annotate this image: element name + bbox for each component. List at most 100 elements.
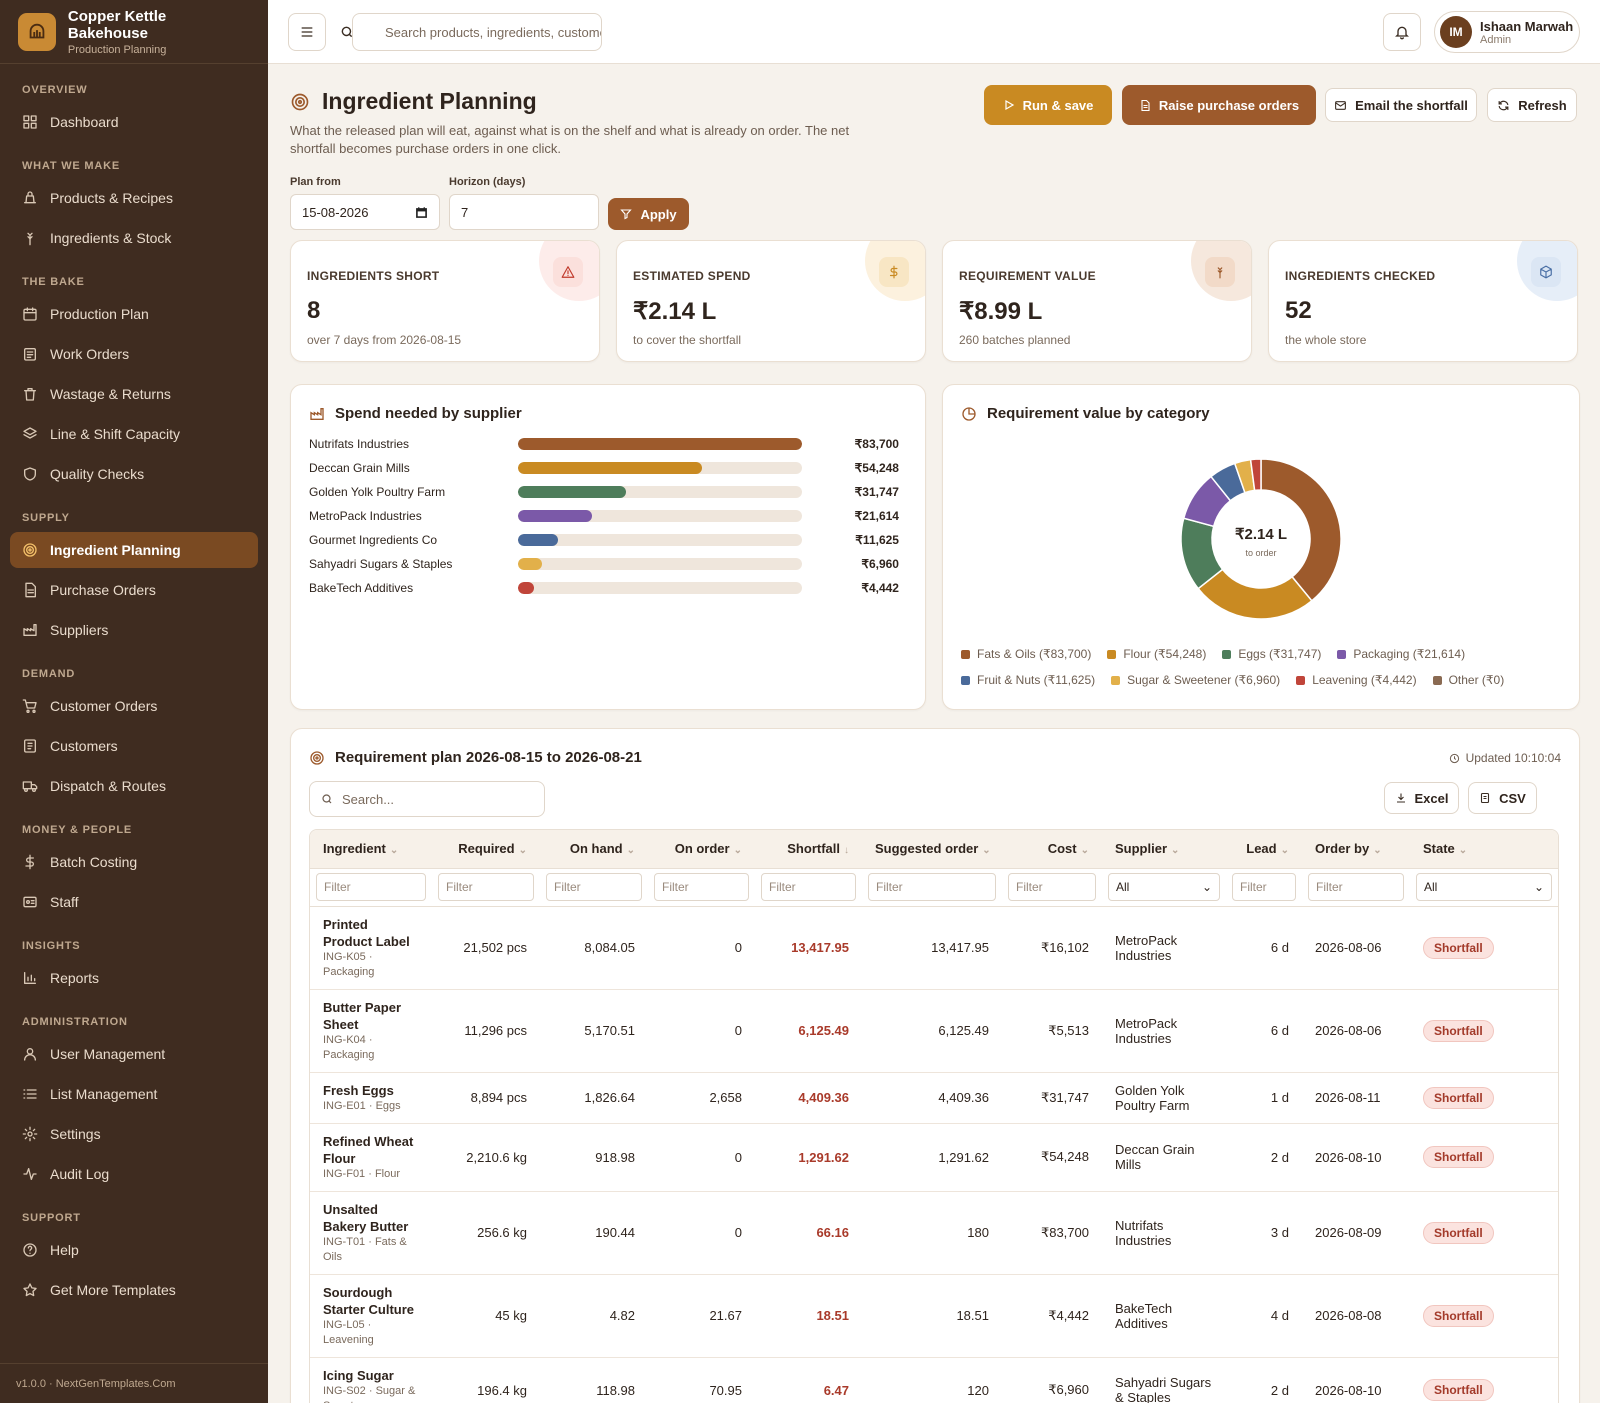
nav-section-title: Support bbox=[22, 1212, 81, 1224]
sidebar-item-dispatch-routes[interactable]: Dispatch & Routes bbox=[10, 768, 258, 804]
column-filter-input[interactable]: Filter bbox=[761, 873, 856, 901]
kpi-label: Requirement value bbox=[959, 269, 1096, 283]
column-filter-input[interactable]: Filter bbox=[654, 873, 749, 901]
table-row[interactable]: Refined Wheat Flour ING-F01 · Flour 2,210.… bbox=[310, 1123, 1558, 1192]
state-cell: Shortfall bbox=[1410, 1357, 1558, 1403]
status-badge: Shortfall bbox=[1423, 936, 1494, 959]
supplier-bar-track bbox=[518, 558, 803, 570]
sidebar-item-purchase-orders[interactable]: Purchase Orders bbox=[10, 572, 258, 608]
apply-button[interactable]: Apply bbox=[608, 198, 689, 230]
column-header[interactable]: On hand ⌄ bbox=[540, 830, 648, 869]
column-filter-input[interactable]: Filter bbox=[316, 873, 426, 901]
sidebar-item-products-recipes[interactable]: Products & Recipes bbox=[10, 180, 258, 216]
sidebar-item-customers[interactable]: Customers bbox=[10, 728, 258, 764]
table-row[interactable]: Icing SugarING-S02 · Sugar & Sweetener19… bbox=[310, 1357, 1558, 1403]
mail-icon bbox=[1335, 100, 1347, 110]
run-save-button[interactable]: Run & save bbox=[984, 85, 1112, 125]
column-header-label: Ingredient bbox=[323, 841, 386, 857]
table-row[interactable]: Fresh Eggs ING-E01 · Eggs 8,894 pcs 1,826.6… bbox=[310, 1072, 1558, 1124]
on-hand-cell: 918.98 bbox=[540, 1123, 648, 1192]
column-filter-select[interactable]: All ⌄ bbox=[1108, 873, 1220, 901]
column-filter-input[interactable]: Filter bbox=[438, 873, 534, 901]
column-header[interactable]: Ingredient ⌄ bbox=[310, 830, 432, 869]
run-save-label: Run & save bbox=[1022, 97, 1094, 113]
column-header[interactable]: Shortfall ↓ bbox=[755, 830, 862, 869]
column-filter-cell: Filter bbox=[1226, 868, 1302, 907]
sidebar-item-audit-log[interactable]: Audit Log bbox=[10, 1156, 258, 1192]
column-header[interactable]: On order ⌄ bbox=[648, 830, 755, 869]
export-excel-button[interactable]: Excel bbox=[1384, 782, 1459, 814]
sidebar-item-ingredients-stock[interactable]: Ingredients & Stock bbox=[10, 220, 258, 256]
supplier-spend-title-text: Spend needed by supplier bbox=[335, 405, 522, 422]
export-csv-button[interactable]: CSV bbox=[1468, 782, 1537, 814]
chevron-down-icon: ⌄ bbox=[1201, 880, 1212, 894]
column-header[interactable]: Required ⌄ bbox=[432, 830, 540, 869]
column-filter-input[interactable]: Filter bbox=[546, 873, 642, 901]
table-row[interactable]: Unsalted Bakery Butter ING-T01 · Fats & O… bbox=[310, 1191, 1558, 1275]
sidebar-item-customer-orders[interactable]: Customer Orders bbox=[10, 688, 258, 724]
column-filter-input[interactable]: Filter bbox=[1232, 873, 1296, 901]
bell-icon bbox=[1395, 26, 1409, 40]
column-filter-input[interactable]: Filter bbox=[1308, 873, 1404, 901]
supplier-bar bbox=[518, 558, 542, 570]
suggested-order-cell: 180 bbox=[862, 1191, 1002, 1275]
column-header[interactable]: Suggested order ⌄ bbox=[862, 830, 1002, 869]
wheat-icon bbox=[1205, 257, 1235, 287]
sidebar-item-suppliers[interactable]: Suppliers bbox=[10, 612, 258, 648]
column-header[interactable]: Cost ⌄ bbox=[1002, 830, 1102, 869]
legend-swatch bbox=[1337, 649, 1347, 659]
raise-purchase-orders-button[interactable]: Raise purchase orders bbox=[1122, 85, 1316, 125]
sidebar-item-get-more-templates[interactable]: Get More Templates bbox=[10, 1272, 258, 1308]
kpi-value: 8 bbox=[307, 297, 321, 324]
column-header-label: On hand bbox=[569, 841, 623, 857]
ingredient-name: Unsalted Bakery Butter bbox=[323, 1201, 409, 1234]
column-filter-select-value: All bbox=[1116, 880, 1130, 894]
cost-cell: ₹5,513 bbox=[1002, 989, 1102, 1073]
column-header[interactable]: Lead ⌄ bbox=[1226, 830, 1302, 869]
plan-from-date-input[interactable]: 15-08-2026 bbox=[290, 194, 440, 230]
sidebar-item-quality-checks[interactable]: Quality Checks bbox=[10, 456, 258, 492]
shortfall-cell: 6.47 bbox=[755, 1357, 862, 1403]
table-row[interactable]: Butter Paper Sheet ING-K04 · Packaging 11,… bbox=[310, 989, 1558, 1073]
column-filter-select[interactable]: All ⌄ bbox=[1416, 873, 1552, 901]
column-header[interactable]: Supplier ⌄ bbox=[1102, 830, 1226, 869]
kpi-label: Ingredients checked bbox=[1285, 269, 1436, 283]
supplier-bar-row: Golden Yolk Poultry Farm ₹31,747 bbox=[309, 482, 899, 502]
sidebar-item-user-management[interactable]: User Management bbox=[10, 1036, 258, 1072]
factory-icon bbox=[22, 622, 50, 638]
table-row[interactable]: Printed Product Label ING-K05 · Packaging… bbox=[310, 906, 1558, 990]
sidebar-item-help[interactable]: Help bbox=[10, 1232, 258, 1268]
email-shortfall-button[interactable]: Email the shortfall bbox=[1325, 88, 1477, 122]
sidebar-item-work-orders[interactable]: Work Orders bbox=[10, 336, 258, 372]
sidebar-item-staff[interactable]: Staff bbox=[10, 884, 258, 920]
horizon-input[interactable]: 7 bbox=[449, 194, 599, 230]
table-row[interactable]: Sourdough Starter Culture ING-L05 · Leave… bbox=[310, 1274, 1558, 1358]
nav-section-title: Insights bbox=[22, 940, 81, 952]
nav-section-title: Overview bbox=[22, 84, 88, 96]
category-value-title-text: Requirement value by category bbox=[987, 405, 1210, 422]
global-search-input[interactable]: Search products, ingredients, customers.… bbox=[352, 13, 602, 51]
lead-cell: 2 d bbox=[1226, 1357, 1302, 1403]
notifications-button[interactable] bbox=[1383, 13, 1421, 51]
column-header-label: Shortfall bbox=[787, 841, 840, 857]
table-search-input[interactable]: Search... bbox=[309, 781, 545, 817]
user-role: Admin bbox=[1480, 33, 1512, 46]
sort-icon: ⌄ bbox=[982, 845, 991, 857]
sidebar-item-wastage-returns[interactable]: Wastage & Returns bbox=[10, 376, 258, 412]
column-header[interactable]: State ⌄ bbox=[1410, 830, 1558, 869]
column-filter-input[interactable]: Filter bbox=[1008, 873, 1096, 901]
sidebar-item-dashboard[interactable]: Dashboard bbox=[10, 104, 258, 140]
user-menu[interactable]: IM Ishaan Marwah Admin bbox=[1434, 11, 1580, 53]
column-header[interactable]: Order by ⌄ bbox=[1302, 830, 1410, 869]
sidebar-item-production-plan[interactable]: Production Plan bbox=[10, 296, 258, 332]
sidebar-item-ingredient-planning[interactable]: Ingredient Planning bbox=[10, 532, 258, 568]
supplier-bar bbox=[518, 582, 534, 594]
sidebar-item-settings[interactable]: Settings bbox=[10, 1116, 258, 1152]
sidebar-item-batch-costing[interactable]: Batch Costing bbox=[10, 844, 258, 880]
sidebar-item-list-management[interactable]: List Management bbox=[10, 1076, 258, 1112]
menu-toggle-button[interactable] bbox=[288, 13, 326, 51]
sidebar-item-line-shift-capacity[interactable]: Line & Shift Capacity bbox=[10, 416, 258, 452]
column-filter-input[interactable]: Filter bbox=[868, 873, 996, 901]
sidebar-item-reports[interactable]: Reports bbox=[10, 960, 258, 996]
refresh-button[interactable]: Refresh bbox=[1487, 88, 1577, 122]
